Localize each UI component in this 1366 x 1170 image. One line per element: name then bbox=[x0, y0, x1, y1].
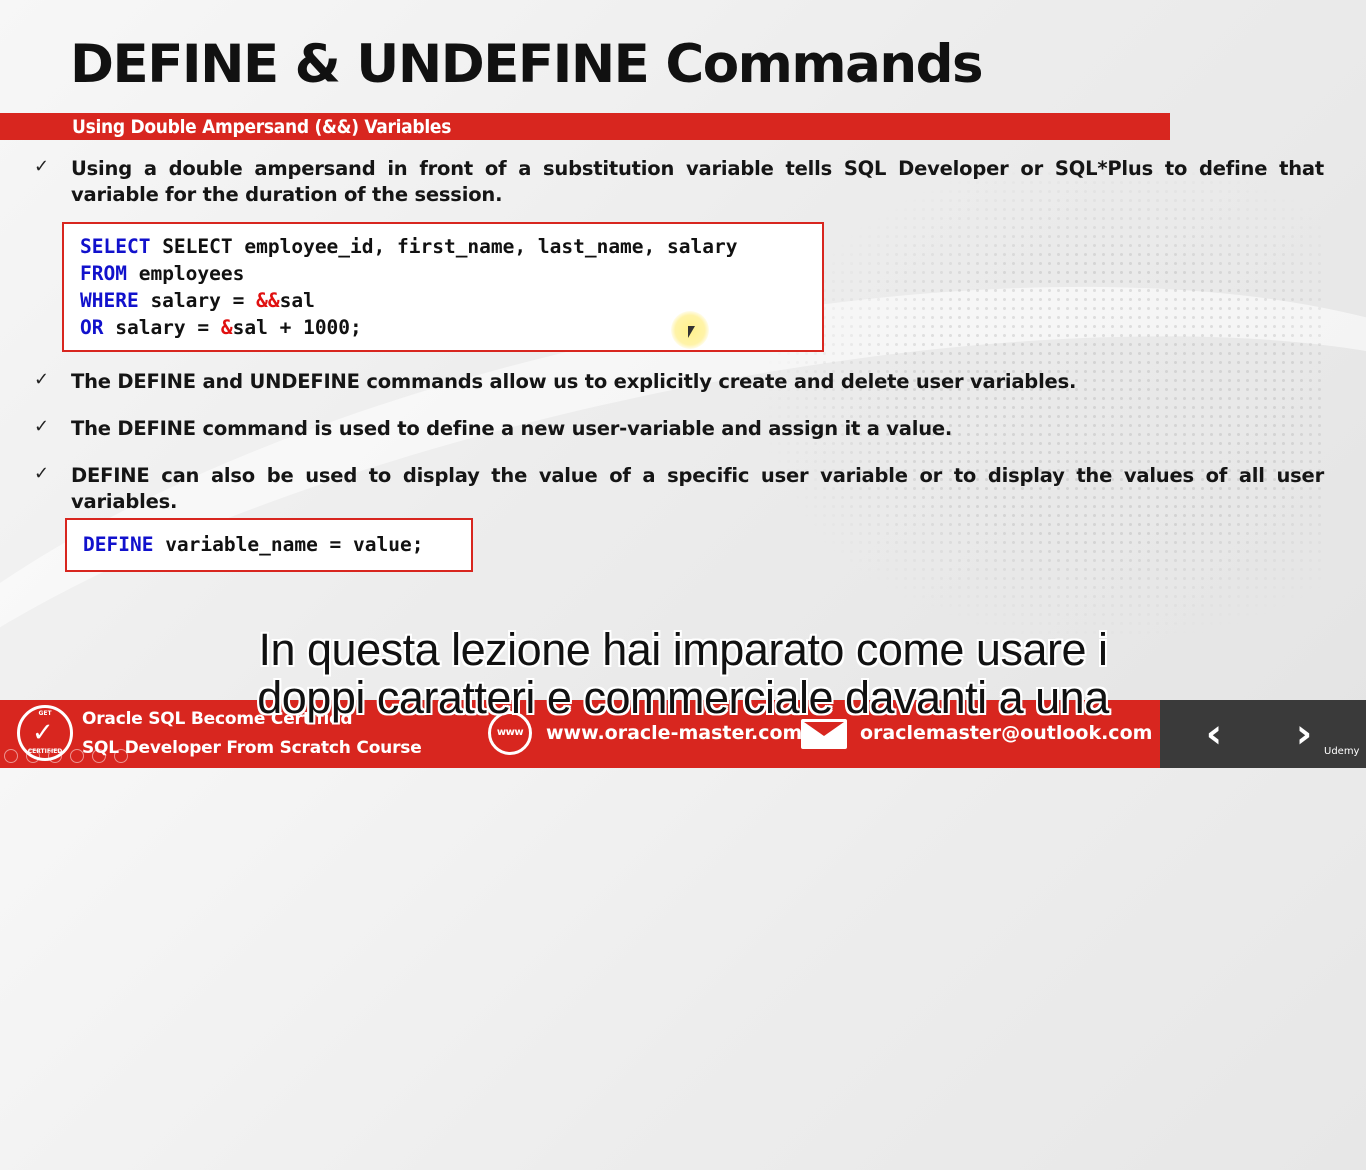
code-text: sal bbox=[279, 289, 315, 312]
sql-code-block: SELECT SELECT employee_id, first_name, l… bbox=[62, 222, 824, 352]
player-control-icon[interactable] bbox=[26, 749, 40, 763]
code-line: OR salary = &sal + 1000; bbox=[80, 316, 362, 339]
ampersand-token: & bbox=[220, 316, 233, 339]
video-subtitle-line2: doppi caratteri e commerciale davanti a … bbox=[257, 672, 1109, 723]
www-label: www bbox=[496, 727, 524, 738]
bullet-item: ✓ Using a double ampersand in front of a… bbox=[34, 156, 1324, 208]
code-text: employees bbox=[126, 262, 245, 285]
player-control-icon[interactable] bbox=[48, 749, 62, 763]
bullet-item: ✓ DEFINE can also be used to display the… bbox=[34, 463, 1324, 515]
check-icon: ✓ bbox=[34, 416, 50, 437]
bullet-text: The DEFINE command is used to define a n… bbox=[71, 417, 953, 440]
code-line: DEFINE variable_name = value; bbox=[83, 533, 423, 556]
video-subtitle-line1: In questa lezione hai imparato come usar… bbox=[258, 624, 1109, 675]
bullet-text: Using a double ampersand in front of a s… bbox=[71, 157, 1324, 206]
udemy-logo: Udemy bbox=[1324, 746, 1360, 757]
check-icon: ✓ bbox=[34, 463, 50, 484]
code-text: salary = bbox=[138, 289, 257, 312]
player-control-icon[interactable] bbox=[114, 749, 128, 763]
website-link[interactable]: www.oracle-master.com bbox=[546, 722, 802, 744]
code-line: WHERE salary = &&sal bbox=[80, 289, 315, 312]
slide-subtitle: Using Double Ampersand (&&) Variables bbox=[72, 116, 452, 138]
player-control-icon[interactable] bbox=[4, 749, 18, 763]
code-text: variable_name = value; bbox=[153, 533, 424, 556]
define-code-block: DEFINE variable_name = value; bbox=[65, 518, 473, 572]
ampersand-token: && bbox=[256, 289, 280, 312]
sql-keyword: WHERE bbox=[80, 289, 139, 312]
subtitle-bar: Using Double Ampersand (&&) Variables bbox=[0, 113, 1170, 140]
player-control-icon[interactable] bbox=[92, 749, 106, 763]
bullet-item: ✓ The DEFINE command is used to define a… bbox=[34, 416, 1324, 444]
code-text: sal + 1000; bbox=[232, 316, 362, 339]
code-text: salary = bbox=[103, 316, 221, 339]
code-line: SELECT SELECT employee_id, first_name, l… bbox=[80, 235, 737, 258]
slide-title: DEFINE & UNDEFINE Commands bbox=[70, 34, 984, 95]
sql-keyword: FROM bbox=[80, 262, 127, 285]
bullet-item: ✓ The DEFINE and UNDEFINE commands allow… bbox=[34, 369, 1324, 397]
code-line: FROM employees bbox=[80, 262, 244, 285]
player-control-icon[interactable] bbox=[70, 749, 84, 763]
email-link[interactable]: oraclemaster@outlook.com bbox=[860, 722, 1152, 744]
sql-keyword: SELECT bbox=[80, 235, 151, 258]
player-controls bbox=[4, 748, 164, 764]
mouse-cursor-icon bbox=[688, 326, 695, 338]
check-icon: ✓ bbox=[34, 156, 50, 177]
bullet-text: DEFINE can also be used to display the v… bbox=[71, 464, 1324, 513]
world-map-background bbox=[766, 160, 1326, 640]
check-icon: ✓ bbox=[34, 369, 50, 390]
code-text: SELECT employee_id, first_name, last_nam… bbox=[150, 235, 738, 258]
bullet-text: The DEFINE and UNDEFINE commands allow u… bbox=[71, 370, 1077, 393]
sql-keyword: OR bbox=[80, 316, 104, 339]
sql-keyword: DEFINE bbox=[83, 533, 154, 556]
